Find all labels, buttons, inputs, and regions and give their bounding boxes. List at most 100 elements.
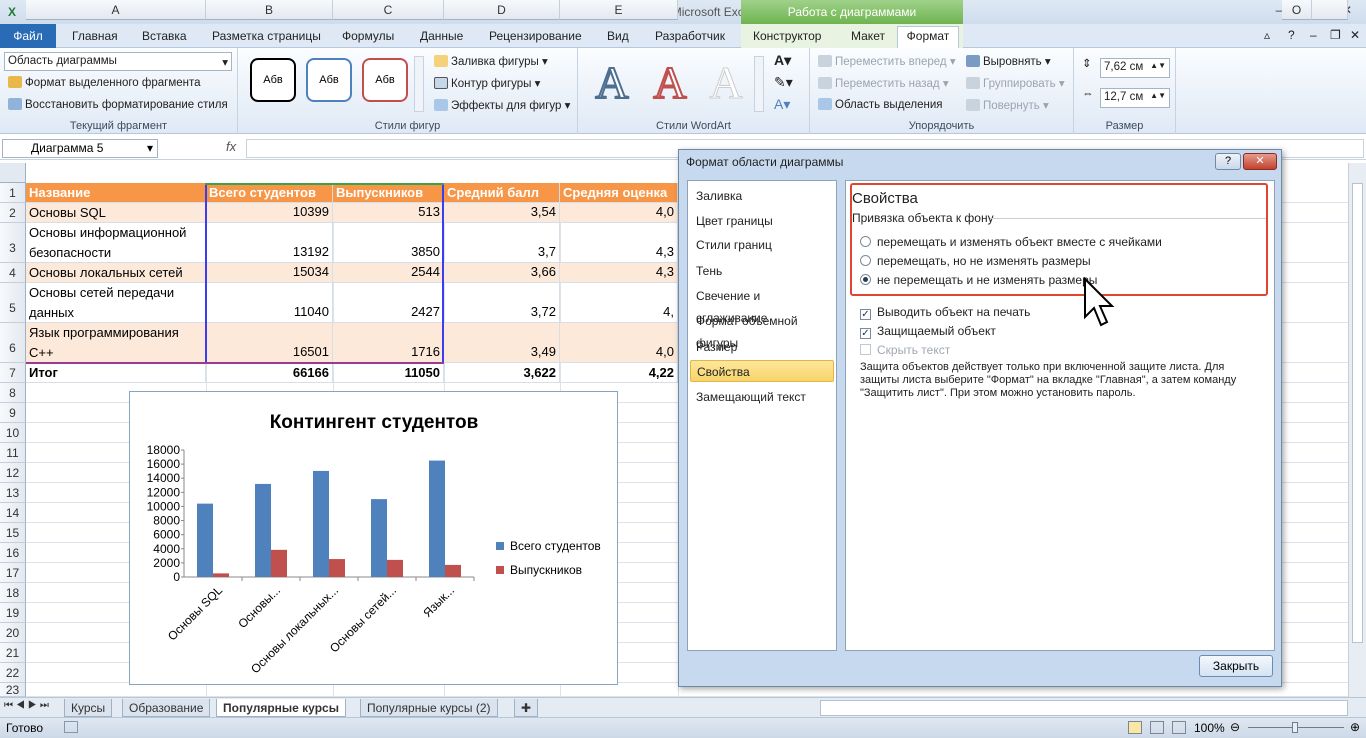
row-header[interactable]: 13 [0, 483, 26, 503]
tab-insert[interactable]: Вставка [140, 27, 189, 48]
zoom-in-icon[interactable]: ⊕ [1350, 720, 1360, 734]
zoom-slider-thumb[interactable] [1292, 722, 1298, 733]
table-cell[interactable]: Основы сетей передачи данных [26, 283, 206, 323]
dialog-nav-item[interactable]: Свечение и сглаживание [690, 285, 834, 325]
table-cell[interactable]: 16501 [206, 323, 333, 363]
radio-no-move-no-size[interactable]: не перемещать и не изменять размеры [860, 273, 1097, 287]
radio-icon[interactable] [860, 236, 871, 247]
row-header[interactable]: 23 [0, 683, 26, 697]
header-cell-avg[interactable]: Средний балл [444, 183, 560, 203]
radio-icon[interactable] [860, 274, 871, 285]
table-cell[interactable]: 2544 [333, 263, 444, 283]
dialog-nav-item[interactable]: Заливка [690, 185, 834, 207]
radio-icon[interactable] [860, 255, 871, 266]
sheet-tab-3[interactable]: Популярные курсы [216, 699, 346, 717]
shape-effects-button[interactable]: Эффекты для фигур ▾ [434, 98, 570, 112]
tab-data[interactable]: Данные [418, 27, 465, 48]
wordart-style-1[interactable]: A [584, 56, 640, 112]
text-fill-icon[interactable]: A▾ [774, 52, 791, 69]
sheet-nav-icons[interactable]: ⏮◀▶⏭ [4, 700, 52, 711]
spinner-icon[interactable]: ▲▼ [1150, 91, 1166, 100]
row-header[interactable]: 21 [0, 643, 26, 663]
table-cell[interactable]: 4,3 [560, 223, 678, 263]
row-header[interactable]: 2 [0, 203, 26, 223]
column-header-a[interactable]: A [26, 0, 206, 20]
dialog-help-icon[interactable]: ? [1215, 153, 1241, 170]
wordart-style-3[interactable]: A [698, 56, 754, 112]
tab-developer[interactable]: Разработчик [653, 27, 727, 48]
dialog-nav-item[interactable]: Свойства [690, 360, 834, 382]
table-cell[interactable]: Основы SQL [26, 203, 206, 223]
table-cell[interactable]: 3,49 [444, 323, 560, 363]
wordart-style-2[interactable]: A [642, 56, 698, 112]
tab-view[interactable]: Вид [605, 27, 631, 48]
column-header-e[interactable]: E [560, 0, 678, 20]
checkbox-icon[interactable] [860, 344, 871, 355]
chevron-down-icon[interactable]: ▾ [147, 140, 153, 157]
table-cell[interactable]: 11040 [206, 283, 333, 323]
selection-pane-button[interactable]: Область выделения [818, 98, 943, 111]
zoom-out-icon[interactable]: ⊖ [1230, 720, 1240, 734]
table-cell[interactable]: 4,3 [560, 263, 678, 283]
total-cell[interactable]: 3,622 [444, 363, 560, 383]
row-header[interactable]: 20 [0, 623, 26, 643]
table-cell[interactable]: 2427 [333, 283, 444, 323]
row-header[interactable]: 12 [0, 463, 26, 483]
column-header-o[interactable]: O [1282, 0, 1312, 20]
tab-review[interactable]: Рецензирование [487, 27, 584, 48]
checkbox-icon[interactable]: ✓ [860, 309, 871, 320]
chart-object[interactable]: Контингент студентов 0 2000 4000 6000 8000 100… [129, 391, 618, 685]
group-button[interactable]: Группировать ▾ [966, 76, 1065, 90]
row-header[interactable]: 14 [0, 503, 26, 523]
checkbox-hide-text[interactable]: Скрыть текст [860, 343, 950, 357]
row-header[interactable]: 15 [0, 523, 26, 543]
column-header-b[interactable]: B [206, 0, 333, 20]
total-cell[interactable]: 66166 [206, 363, 333, 383]
header-cell-total[interactable]: Всего студентов [206, 183, 333, 203]
dialog-close-icon[interactable]: ✕ [1243, 153, 1277, 170]
table-cell[interactable]: Основы информационной безопасности [26, 223, 206, 263]
tab-page-layout[interactable]: Разметка страницы [210, 27, 323, 48]
shape-styles-more-icon[interactable] [414, 56, 424, 112]
row-header[interactable]: 17 [0, 563, 26, 583]
spinner-icon[interactable]: ▲▼ [1150, 61, 1166, 70]
close-button[interactable]: Закрыть [1199, 655, 1273, 677]
help-icon[interactable]: ? [1286, 26, 1297, 47]
minimize-ribbon-icon[interactable]: ▵ [1262, 26, 1272, 47]
radio-move-no-size[interactable]: перемещать, но не изменять размеры [860, 254, 1091, 268]
row-header[interactable]: 10 [0, 423, 26, 443]
checkbox-print-object[interactable]: ✓ Выводить объект на печать [860, 305, 1030, 320]
scroll-thumb[interactable] [1352, 183, 1363, 643]
table-cell[interactable]: 10399 [206, 203, 333, 223]
name-box[interactable]: Диаграмма 5 ▾ [2, 139, 158, 158]
column-header-c[interactable]: C [333, 0, 444, 20]
text-outline-icon[interactable]: ✎▾ [774, 74, 793, 91]
table-cell[interactable]: 513 [333, 203, 444, 223]
bring-forward-button[interactable]: Переместить вперед ▾ [818, 54, 956, 68]
table-cell[interactable]: 4,0 [560, 203, 678, 223]
shape-style-2[interactable]: Абв [306, 58, 352, 102]
align-button[interactable]: Выровнять ▾ [966, 54, 1051, 68]
row-header[interactable]: 16 [0, 543, 26, 563]
row-header[interactable]: 5 [0, 283, 26, 323]
vertical-scrollbar[interactable] [1348, 163, 1366, 697]
table-cell[interactable]: 15034 [206, 263, 333, 283]
row-header[interactable]: 3 [0, 223, 26, 263]
row-header[interactable]: 8 [0, 383, 26, 403]
chart-elements-dropdown[interactable]: Область диаграммы ▾ [4, 52, 232, 71]
total-cell[interactable]: 11050 [333, 363, 444, 383]
dialog-nav-item[interactable]: Замещающий текст [690, 386, 834, 408]
tab-home[interactable]: Главная [70, 27, 120, 48]
column-header-d[interactable]: D [444, 0, 560, 20]
row-header[interactable]: 4 [0, 263, 26, 283]
tab-design[interactable]: Конструктор [751, 27, 823, 48]
table-cell[interactable]: Основы локальных сетей [26, 263, 206, 283]
table-cell[interactable]: 3,7 [444, 223, 560, 263]
workbook-minimize-icon[interactable]: ‒ [1308, 26, 1319, 47]
shape-fill-button[interactable]: Заливка фигуры ▾ [434, 54, 548, 68]
horizontal-scrollbar[interactable] [820, 700, 1348, 716]
tab-format[interactable]: Формат [897, 26, 959, 49]
select-all-corner[interactable] [0, 163, 26, 183]
table-cell[interactable]: 4, [560, 283, 678, 323]
checkbox-locked[interactable]: ✓ Защищаемый объект [860, 324, 996, 339]
